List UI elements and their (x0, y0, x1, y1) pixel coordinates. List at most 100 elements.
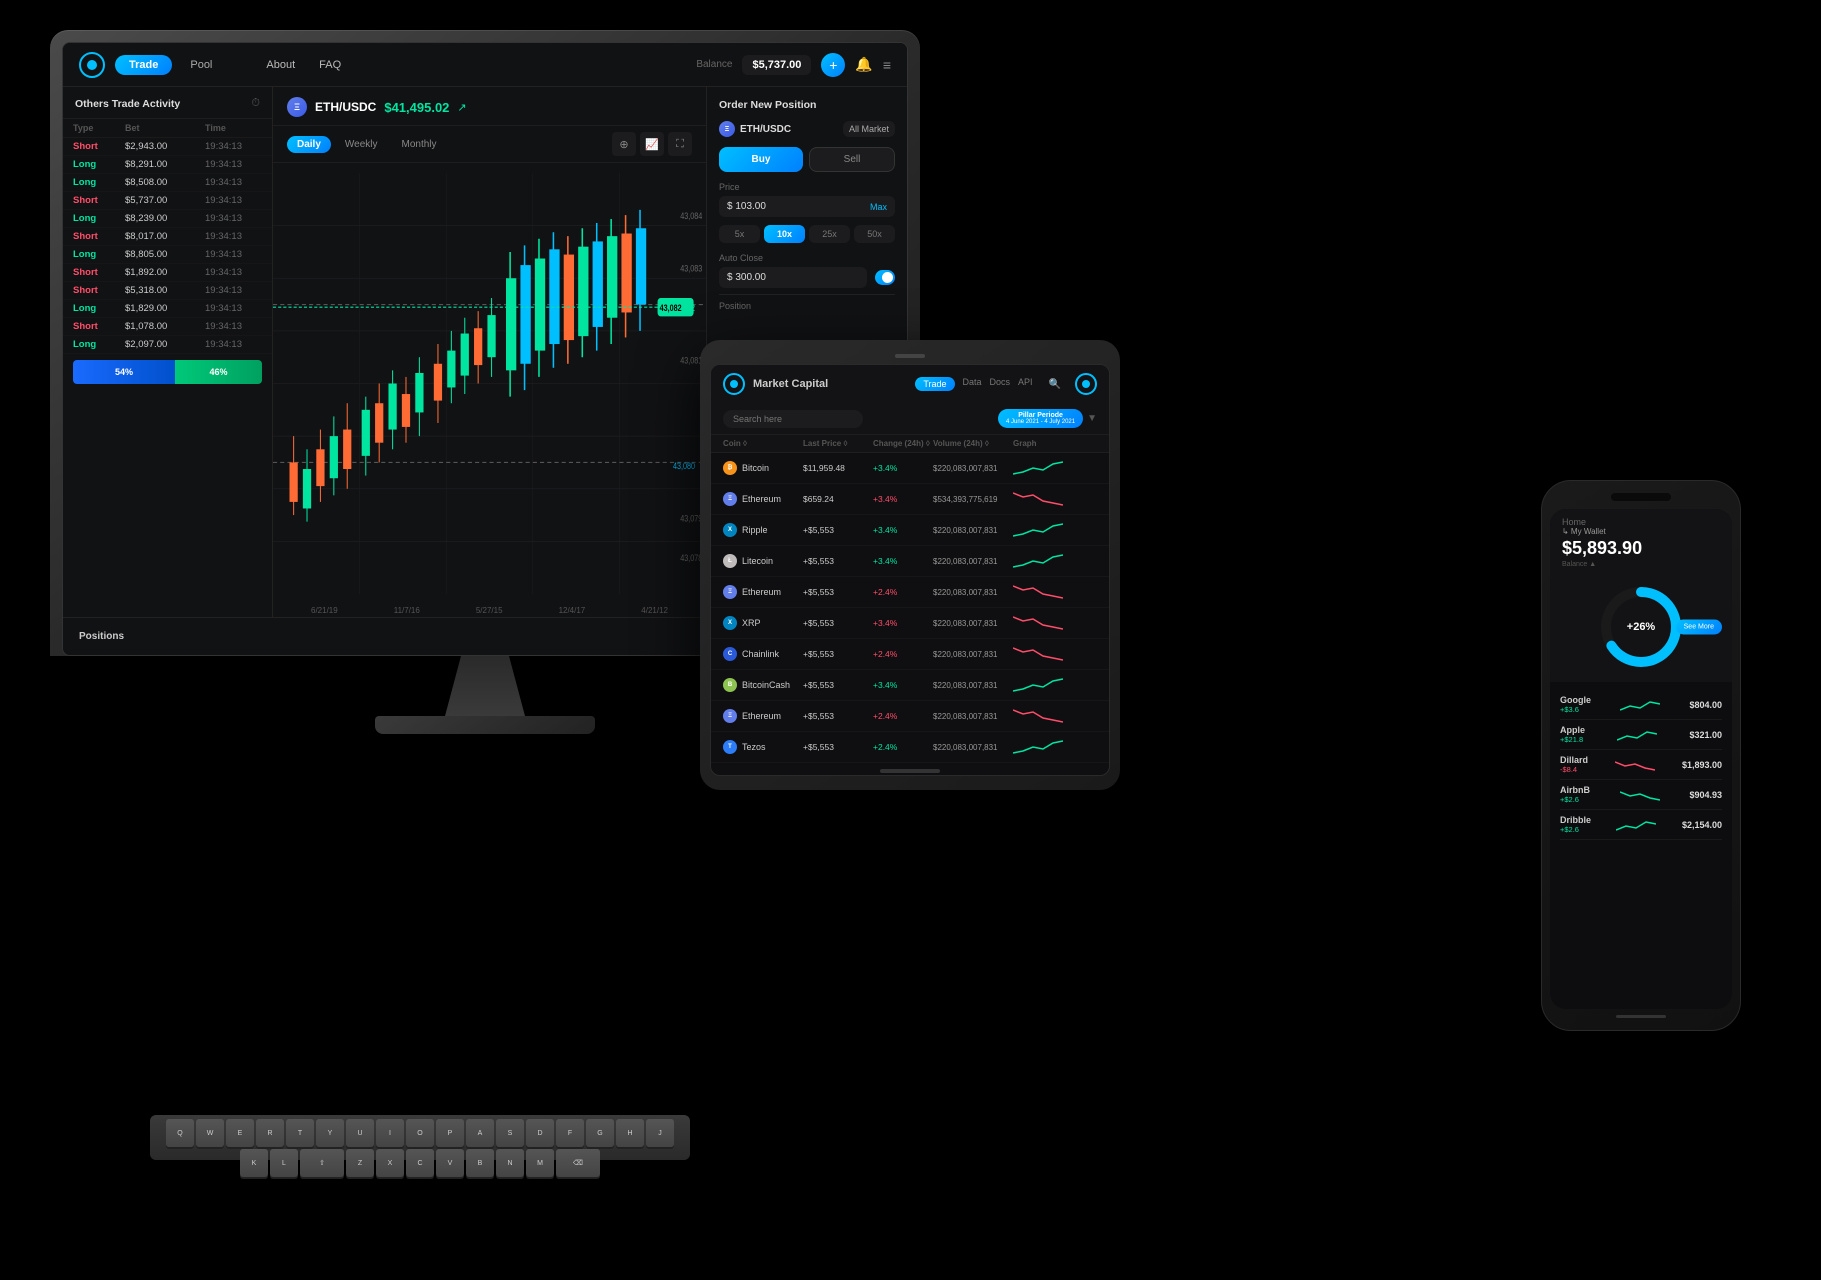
key-k[interactable]: K (240, 1149, 268, 1177)
trade-button[interactable]: Trade (115, 55, 172, 75)
key-c[interactable]: C (406, 1149, 434, 1177)
tablet-docs-link[interactable]: Docs (990, 377, 1011, 391)
auto-close-input[interactable] (727, 272, 859, 283)
x-label-2: 11/7/16 (394, 606, 420, 615)
phone-wallet-label: ↳ My Wallet (1562, 527, 1720, 536)
key-o[interactable]: O (406, 1119, 434, 1147)
time-col-header: Time (205, 123, 265, 133)
daily-period-button[interactable]: Daily (287, 136, 331, 153)
key-f[interactable]: F (556, 1119, 584, 1147)
crosshair-tool-button[interactable]: ⊕ (612, 132, 636, 156)
buy-button[interactable]: Buy (719, 147, 803, 172)
key-a[interactable]: A (466, 1119, 494, 1147)
key-r[interactable]: R (256, 1119, 284, 1147)
tablet-date-filter-button[interactable]: Pillar Periode 4 June 2021 - 4 July 2021 (998, 409, 1083, 428)
order-pair-name: ETH/USDC (740, 124, 791, 135)
sell-button[interactable]: Sell (809, 147, 895, 172)
leverage-5x-button[interactable]: 5x (719, 225, 760, 243)
key-h[interactable]: H (616, 1119, 644, 1147)
coin-icon: T (723, 740, 737, 754)
key-x[interactable]: X (376, 1149, 404, 1177)
trade-time: 19:34:13 (205, 339, 265, 350)
clock-icon: ⏱ (251, 97, 260, 110)
trade-row: Short $8,017.00 19:34:13 (63, 228, 272, 246)
auto-close-row (719, 267, 895, 288)
phone-stock-name: Dribble (1560, 815, 1591, 825)
coin-name: Ethereum (742, 494, 781, 504)
leverage-10x-button[interactable]: 10x (764, 225, 805, 243)
key-m[interactable]: M (526, 1149, 554, 1177)
tablet-trade-button[interactable]: Trade (915, 377, 954, 391)
key-i[interactable]: I (376, 1119, 404, 1147)
tablet-search-input[interactable] (723, 410, 863, 428)
tablet-price: +$5,553 (803, 556, 873, 566)
key-z[interactable]: Z (346, 1149, 374, 1177)
tablet-data-link[interactable]: Data (963, 377, 982, 391)
line-chart-button[interactable]: 📈 (640, 132, 664, 156)
sentiment-bar: 54% 46% (73, 360, 262, 384)
weekly-period-button[interactable]: Weekly (335, 136, 388, 153)
bell-icon[interactable]: 🔔 (855, 56, 872, 73)
price-input[interactable] (727, 201, 870, 212)
key-b[interactable]: B (466, 1149, 494, 1177)
x-label-5: 4/21/12 (641, 606, 668, 615)
key-shift[interactable]: ⇧ (300, 1149, 344, 1177)
auto-close-toggle[interactable] (875, 270, 895, 285)
pool-button[interactable]: Pool (176, 55, 226, 75)
tablet-title: Market Capital (753, 378, 907, 390)
monthly-period-button[interactable]: Monthly (392, 136, 447, 153)
leverage-25x-button[interactable]: 25x (809, 225, 850, 243)
key-y[interactable]: Y (316, 1119, 344, 1147)
monitor-stand-base (375, 716, 595, 734)
phone-stock-change: -$8.4 (1560, 765, 1588, 774)
key-u[interactable]: U (346, 1119, 374, 1147)
key-p[interactable]: P (436, 1119, 464, 1147)
key-e[interactable]: E (226, 1119, 254, 1147)
phone-stock-value: $2,154.00 (1682, 820, 1722, 830)
tablet-price: +$5,553 (803, 711, 873, 721)
tablet-price: +$5,553 (803, 680, 873, 690)
key-t[interactable]: T (286, 1119, 314, 1147)
trade-type: Short (73, 231, 125, 242)
trade-time: 19:34:13 (205, 195, 265, 206)
max-button[interactable]: Max (870, 202, 887, 212)
menu-icon[interactable]: ≡ (883, 57, 891, 73)
key-d[interactable]: D (526, 1119, 554, 1147)
tablet-volume: $220,083,007,831 (933, 681, 1013, 690)
eth-chart-icon: Ξ (287, 97, 307, 117)
about-link[interactable]: About (266, 59, 295, 71)
faq-link[interactable]: FAQ (319, 59, 341, 71)
add-balance-button[interactable]: + (821, 53, 845, 77)
see-more-button[interactable]: See More (1676, 620, 1722, 635)
tablet-row: Ł Litecoin +$5,553 +3.4% $220,083,007,83… (711, 546, 1109, 577)
leverage-50x-button[interactable]: 50x (854, 225, 895, 243)
buy-sell-row: Buy Sell (719, 147, 895, 172)
phone-stock-change: +$2.6 (1560, 825, 1591, 834)
coin-col-header: Coin ◊ (723, 439, 803, 448)
market-dropdown[interactable]: All Market (843, 121, 895, 137)
tablet-price: +$5,553 (803, 587, 873, 597)
fullscreen-button[interactable]: ⛶ (668, 132, 692, 156)
key-backspace[interactable]: ⌫ (556, 1149, 600, 1177)
phone-stock-name: AirbnB (1560, 785, 1590, 795)
tablet-row: B BitcoinCash +$5,553 +3.4% $220,083,007… (711, 670, 1109, 701)
key-j[interactable]: J (646, 1119, 674, 1147)
tablet-search-icon[interactable]: 🔍 (1049, 379, 1061, 390)
coin-icon: Ł (723, 554, 737, 568)
mini-chart (1013, 582, 1063, 602)
trade-bet: $8,805.00 (125, 249, 205, 260)
key-w[interactable]: W (196, 1119, 224, 1147)
phone-header: Home ↳ My Wallet $5,893.90 Balance ▲ (1550, 509, 1732, 572)
tablet-rows-container: ₿ Bitcoin $11,959.48 +3.4% $220,083,007,… (711, 453, 1109, 763)
key-n[interactable]: N (496, 1149, 524, 1177)
tablet-api-link[interactable]: API (1018, 377, 1033, 391)
tablet-logo-icon (723, 373, 745, 395)
key-s[interactable]: S (496, 1119, 524, 1147)
key-v[interactable]: V (436, 1149, 464, 1177)
key-l[interactable]: L (270, 1149, 298, 1177)
key-g[interactable]: G (586, 1119, 614, 1147)
tablet-filter-icon[interactable]: ▼ (1087, 413, 1097, 424)
donut-center: +26% (1627, 621, 1655, 633)
trade-table: Type Bet Time Short $2,943.00 19:34:13 L… (63, 119, 272, 354)
key-q[interactable]: Q (166, 1119, 194, 1147)
